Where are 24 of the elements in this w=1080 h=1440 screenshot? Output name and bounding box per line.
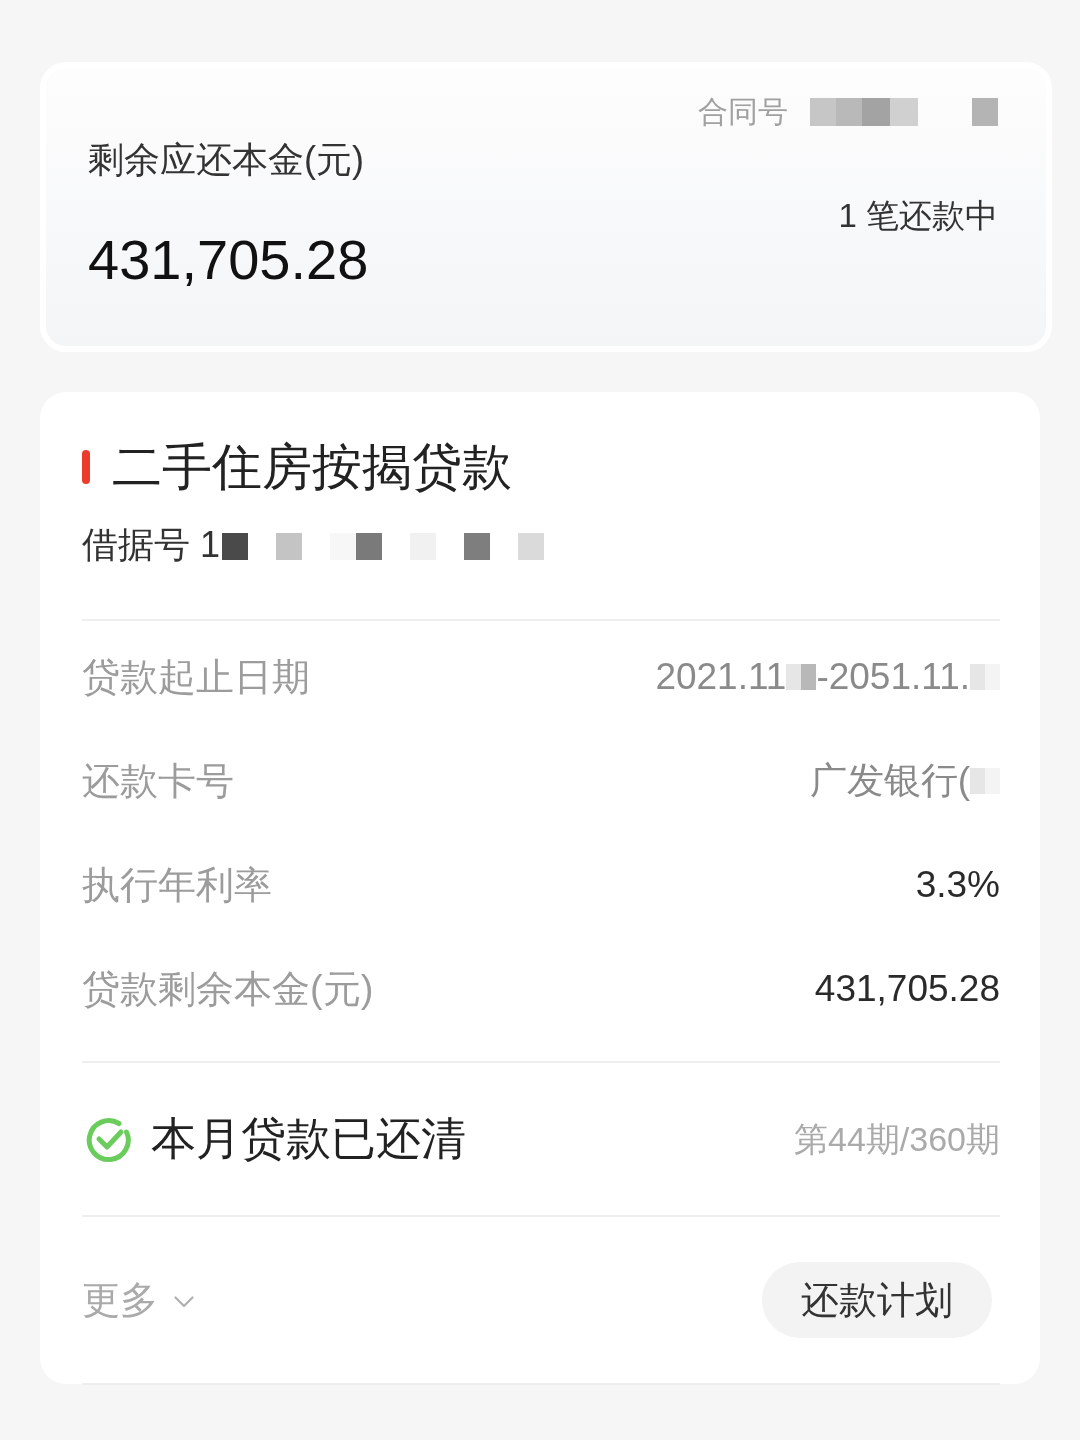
detail-label: 还款卡号	[82, 759, 234, 804]
check-circle-icon	[85, 1115, 133, 1163]
contract-label: 合同号	[698, 94, 788, 130]
detail-value: 2021.11	[655, 655, 787, 699]
repayment-status: 1 笔还款中	[838, 196, 998, 236]
detail-value: 3.3%	[915, 863, 1000, 907]
mosaic-drawing	[970, 766, 1000, 796]
detail-value: -2051.11.	[816, 655, 970, 699]
mosaic-drawing	[786, 662, 817, 692]
balance-label: 剩余应还本金(元)	[88, 138, 364, 182]
title-marker-icon	[82, 450, 90, 484]
receipt-label: 借据号 1	[82, 523, 221, 567]
detail-label: 贷款起止日期	[82, 655, 310, 700]
mosaic-drawing	[970, 662, 1000, 692]
loan-title: 二手住房按揭贷款	[112, 438, 512, 497]
detail-value: 431,705.28	[814, 967, 1000, 1011]
period-counter: 第44期/360期	[794, 1119, 1000, 1160]
detail-value: 广发银行(	[809, 759, 970, 803]
detail-label: 贷款剩余本金(元)	[82, 967, 374, 1012]
detail-label: 执行年利率	[82, 863, 272, 908]
repayment-message: 本月贷款已还清	[151, 1112, 466, 1166]
chevron-down-icon	[174, 1296, 194, 1308]
repayment-plan-button[interactable]: 还款计划	[762, 1262, 992, 1338]
balance-amount: 431,705.28	[88, 228, 369, 292]
